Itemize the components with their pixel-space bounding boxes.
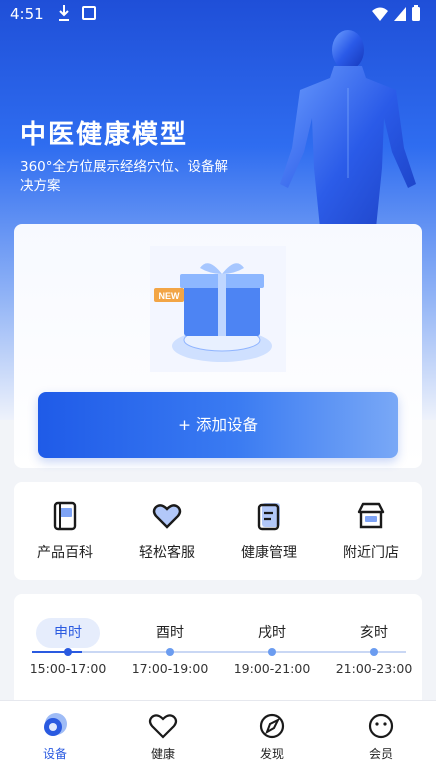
bottom-tab-bar: 设备 健康 发现 会员 [0,700,436,776]
quick-action-label: 轻松客服 [139,545,195,561]
add-device-button[interactable]: + 添加设备 [38,392,398,458]
quick-action-label: 健康管理 [241,545,297,561]
tab-label: 健康 [150,747,175,761]
tab-health[interactable]: 健康 [123,711,203,762]
status-bar: 4:51 [0,0,436,30]
heart-icon [152,504,182,529]
tab-discover[interactable]: 发现 [232,711,312,762]
period-range: 19:00-21:00 [233,661,311,676]
compass-icon [259,713,285,739]
quick-action-nearby-stores[interactable]: 附近门店 [320,500,422,570]
device-icon [44,713,67,736]
smile-icon [368,713,394,739]
period-tab-shen[interactable]: 申时 [36,618,100,648]
tab-member[interactable]: 会员 [341,711,421,762]
period-tab-hai[interactable]: 亥时 [342,618,406,648]
timeline-dot [166,648,174,656]
tab-label: 发现 [259,747,284,761]
clipboard-icon [257,503,280,531]
human-model-illustration [280,30,416,254]
quick-actions-card: 产品百科 轻松客服 健康管理 附近门店 [14,482,422,580]
period-tab-xu[interactable]: 戌时 [240,618,304,648]
hero-subtitle: 360°全方位展示经络穴位、设备解决方案 [20,159,229,194]
timeline-progress [32,651,82,653]
period-range: 21:00-23:00 [335,661,413,676]
status-time: 4:51 [10,5,44,23]
heart-outline-icon [148,714,178,739]
period-range: 15:00-17:00 [29,661,107,676]
hero-title: 中医健康模型 [20,120,189,150]
timeline-dot [268,648,276,656]
new-badge-text: NEW [159,291,181,301]
tab-label: 设备 [42,747,67,761]
device-card: NEW + 添加设备 [14,224,422,468]
store-icon [357,502,385,529]
timeline-dot [64,648,72,656]
tab-device[interactable]: 设备 [15,711,95,762]
app-notification-icon [82,6,96,20]
period-range: 17:00-19:00 [131,661,209,676]
quick-action-label: 附近门店 [343,545,399,561]
timeline-dot [370,648,378,656]
quick-action-product-encyclopedia[interactable]: 产品百科 [14,500,116,570]
book-icon [53,501,77,531]
meridian-clock-card: 申时 酉时 戌时 亥时 15:00-17:00 17:00-19:00 19:0… [14,594,422,714]
system-status-icons [372,5,420,21]
period-tab-you[interactable]: 酉时 [138,618,202,648]
quick-action-label: 产品百科 [37,545,93,561]
timeline-track [32,651,406,653]
quick-action-customer-service[interactable]: 轻松客服 [116,500,218,570]
quick-action-health-management[interactable]: 健康管理 [218,500,320,570]
tab-label: 会员 [368,747,393,761]
download-icon [59,5,69,21]
new-device-gift-illustration: NEW [150,246,286,372]
